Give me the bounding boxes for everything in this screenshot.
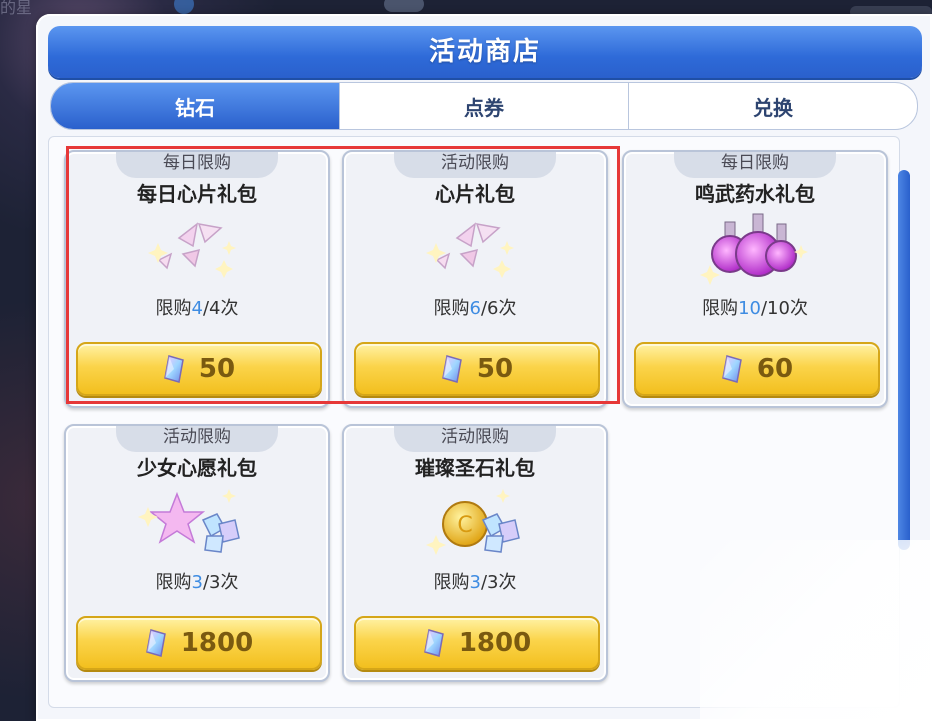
item-name: 少女心愿礼包 [137,456,257,480]
buy-button[interactable]: 1800 [76,616,322,670]
limit-current: 3 [469,572,481,593]
limit-current: 10 [738,298,761,319]
diamond-icon [423,629,444,657]
diamond-icon [722,355,742,383]
limit-total: /4次 [202,298,239,319]
purchase-limit: 限购4/4次 [66,294,328,320]
tab-diamond[interactable]: 钻石 [51,83,340,129]
limit-current: 6 [469,298,481,319]
limit-label: 限购 [433,298,470,319]
item-price: 50 [476,354,514,384]
buy-button[interactable]: 50 [354,342,600,396]
limit-current: 3 [191,572,203,593]
item-tag: 活动限购 [394,426,556,452]
background-text: 的星 [0,0,33,17]
shop-item-card[interactable]: 每日限购 鸣武药水礼包 限购10/10次 60 [622,150,888,408]
buy-button[interactable]: 50 [76,342,322,396]
item-tag: 每日限购 [116,152,278,178]
item-price: 60 [756,354,794,384]
tab-exchange[interactable]: 兑换 [629,83,917,129]
shop-item-card[interactable]: 活动限购 心片礼包 限购6/6次 50 [342,150,608,408]
shop-item-card[interactable]: 每日限购 每日心片礼包 限购4/4次 50 [64,150,330,408]
star-crystal-icon [138,489,240,553]
limit-label: 限购 [433,572,470,593]
background-hud [384,0,424,12]
purchase-limit: 限购10/10次 [624,294,886,320]
limit-total: /6次 [480,298,517,319]
diamond-icon [442,355,462,383]
buy-button[interactable]: 60 [634,342,880,396]
purchase-limit: 限购6/6次 [344,294,606,320]
currency-tabs: 钻石 点券 兑换 [50,82,918,130]
item-tag: 活动限购 [394,152,556,178]
item-tag: 活动限购 [116,426,278,452]
shop-title: 活动商店 [428,37,541,67]
title-bar: 活动商店 [48,26,922,78]
scrollbar-thumb[interactable] [898,170,910,550]
item-name: 鸣武药水礼包 [695,182,815,206]
limit-total: /3次 [202,572,239,593]
item-price: 50 [198,354,236,384]
limit-label: 限购 [155,298,192,319]
purchase-limit: 限购3/3次 [66,568,328,594]
item-tag: 每日限购 [674,152,836,178]
diamond-icon [164,355,184,383]
item-price: 1800 [180,628,254,658]
limit-label: 限购 [702,298,739,319]
limit-total: /3次 [480,572,517,593]
buy-button[interactable]: 1800 [354,616,600,670]
item-name: 每日心片礼包 [137,182,257,206]
tab-coupon[interactable]: 点券 [340,83,629,129]
shop-item-card[interactable]: 活动限购 少女心愿礼包 限购3/3次 1800 [64,424,330,682]
heart-shards-icon [148,222,236,278]
heart-shards-icon [426,222,514,278]
diamond-icon [145,629,166,657]
limit-label: 限购 [155,572,192,593]
item-name: 心片礼包 [435,182,515,206]
limit-current: 4 [191,298,203,319]
gold-coin-crystal-icon: C [426,489,520,555]
shop-item-card[interactable]: 活动限购 璀璨圣石礼包 C 限购3/3次 1800 [342,424,608,682]
limit-total: /10次 [760,298,808,319]
item-price: 1800 [458,628,532,658]
item-name: 璀璨圣石礼包 [415,456,535,480]
potion-bottles-icon [700,213,808,285]
purchase-limit: 限购3/3次 [344,568,606,594]
svg-text:C: C [457,513,472,538]
